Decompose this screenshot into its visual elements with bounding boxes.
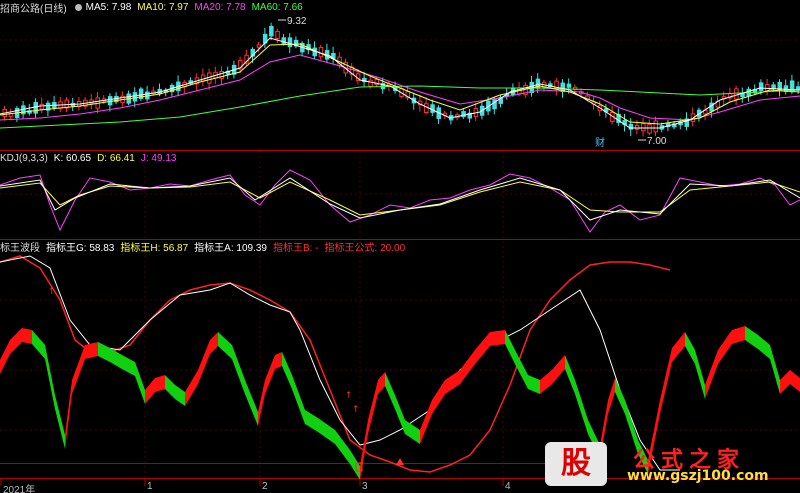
wave-legend: 标王波段 指标王G: 58.83 指标王H: 56.87 指标王A: 109.3… (0, 240, 411, 254)
wave-ribbon-down (685, 332, 705, 399)
wave-ribbon-up (420, 370, 460, 444)
signal-arrow-2: ↑ (345, 391, 353, 401)
wave-a-value: 指标王A: 109.39 (194, 243, 267, 254)
wave-ribbon-up (258, 352, 282, 426)
wave-ribbon-down (385, 372, 420, 444)
time-axis-label-2: 2 (262, 481, 268, 492)
time-axis-label-year: 2021年 (3, 485, 36, 493)
signal-arrow-3: ↑ (352, 405, 360, 415)
wave-ribbon-up (185, 332, 218, 406)
signal-arrow-1: ↑ (48, 287, 56, 297)
wave-ribbon-up (65, 342, 98, 449)
wave-b-value: 指标王B: - (272, 243, 319, 254)
site-url: www.gszj100.com (627, 468, 769, 484)
time-axis-label-3: 3 (362, 481, 368, 492)
wave-ribbon-down (745, 326, 780, 394)
wave-ribbon-up (705, 326, 745, 399)
wave-ribbon-down (218, 332, 258, 426)
wave-g-value: 指标王G: 58.83 (46, 243, 115, 254)
wave-ribbon-up (780, 370, 800, 394)
wave-ribbon-down (32, 330, 65, 449)
stock-chart-window: 9.32 7.00 财 招商公路 (日线) MA5: 7.98 MA10: 7.… (0, 0, 800, 493)
site-logo: 股 (545, 442, 607, 486)
site-watermark: 股 公式之家 www.gszj100.com (545, 442, 795, 488)
signal-triangle (396, 458, 404, 465)
wave-title: 标王波段 (0, 243, 40, 254)
wave-ribbon-down (98, 342, 122, 369)
wave-ribbon-down (282, 352, 318, 432)
wave-ribbon-down (165, 375, 185, 406)
wave-ribbon-up (460, 330, 505, 384)
wave-ribbon-up (360, 372, 385, 480)
time-axis-label-4: 4 (505, 481, 511, 492)
wave-ribbon-down (318, 418, 360, 480)
wave-formula-value: 指标王公式: 20.00 (324, 243, 406, 254)
wave-ribbon-down (122, 355, 145, 404)
wave-h-value: 指标王H: 56.87 (120, 243, 189, 254)
wave-ribbon-up (0, 328, 32, 374)
wave-ribbon-up (540, 355, 565, 394)
time-axis-label-1: 1 (147, 481, 153, 492)
wave-ribbon-up (145, 375, 165, 404)
